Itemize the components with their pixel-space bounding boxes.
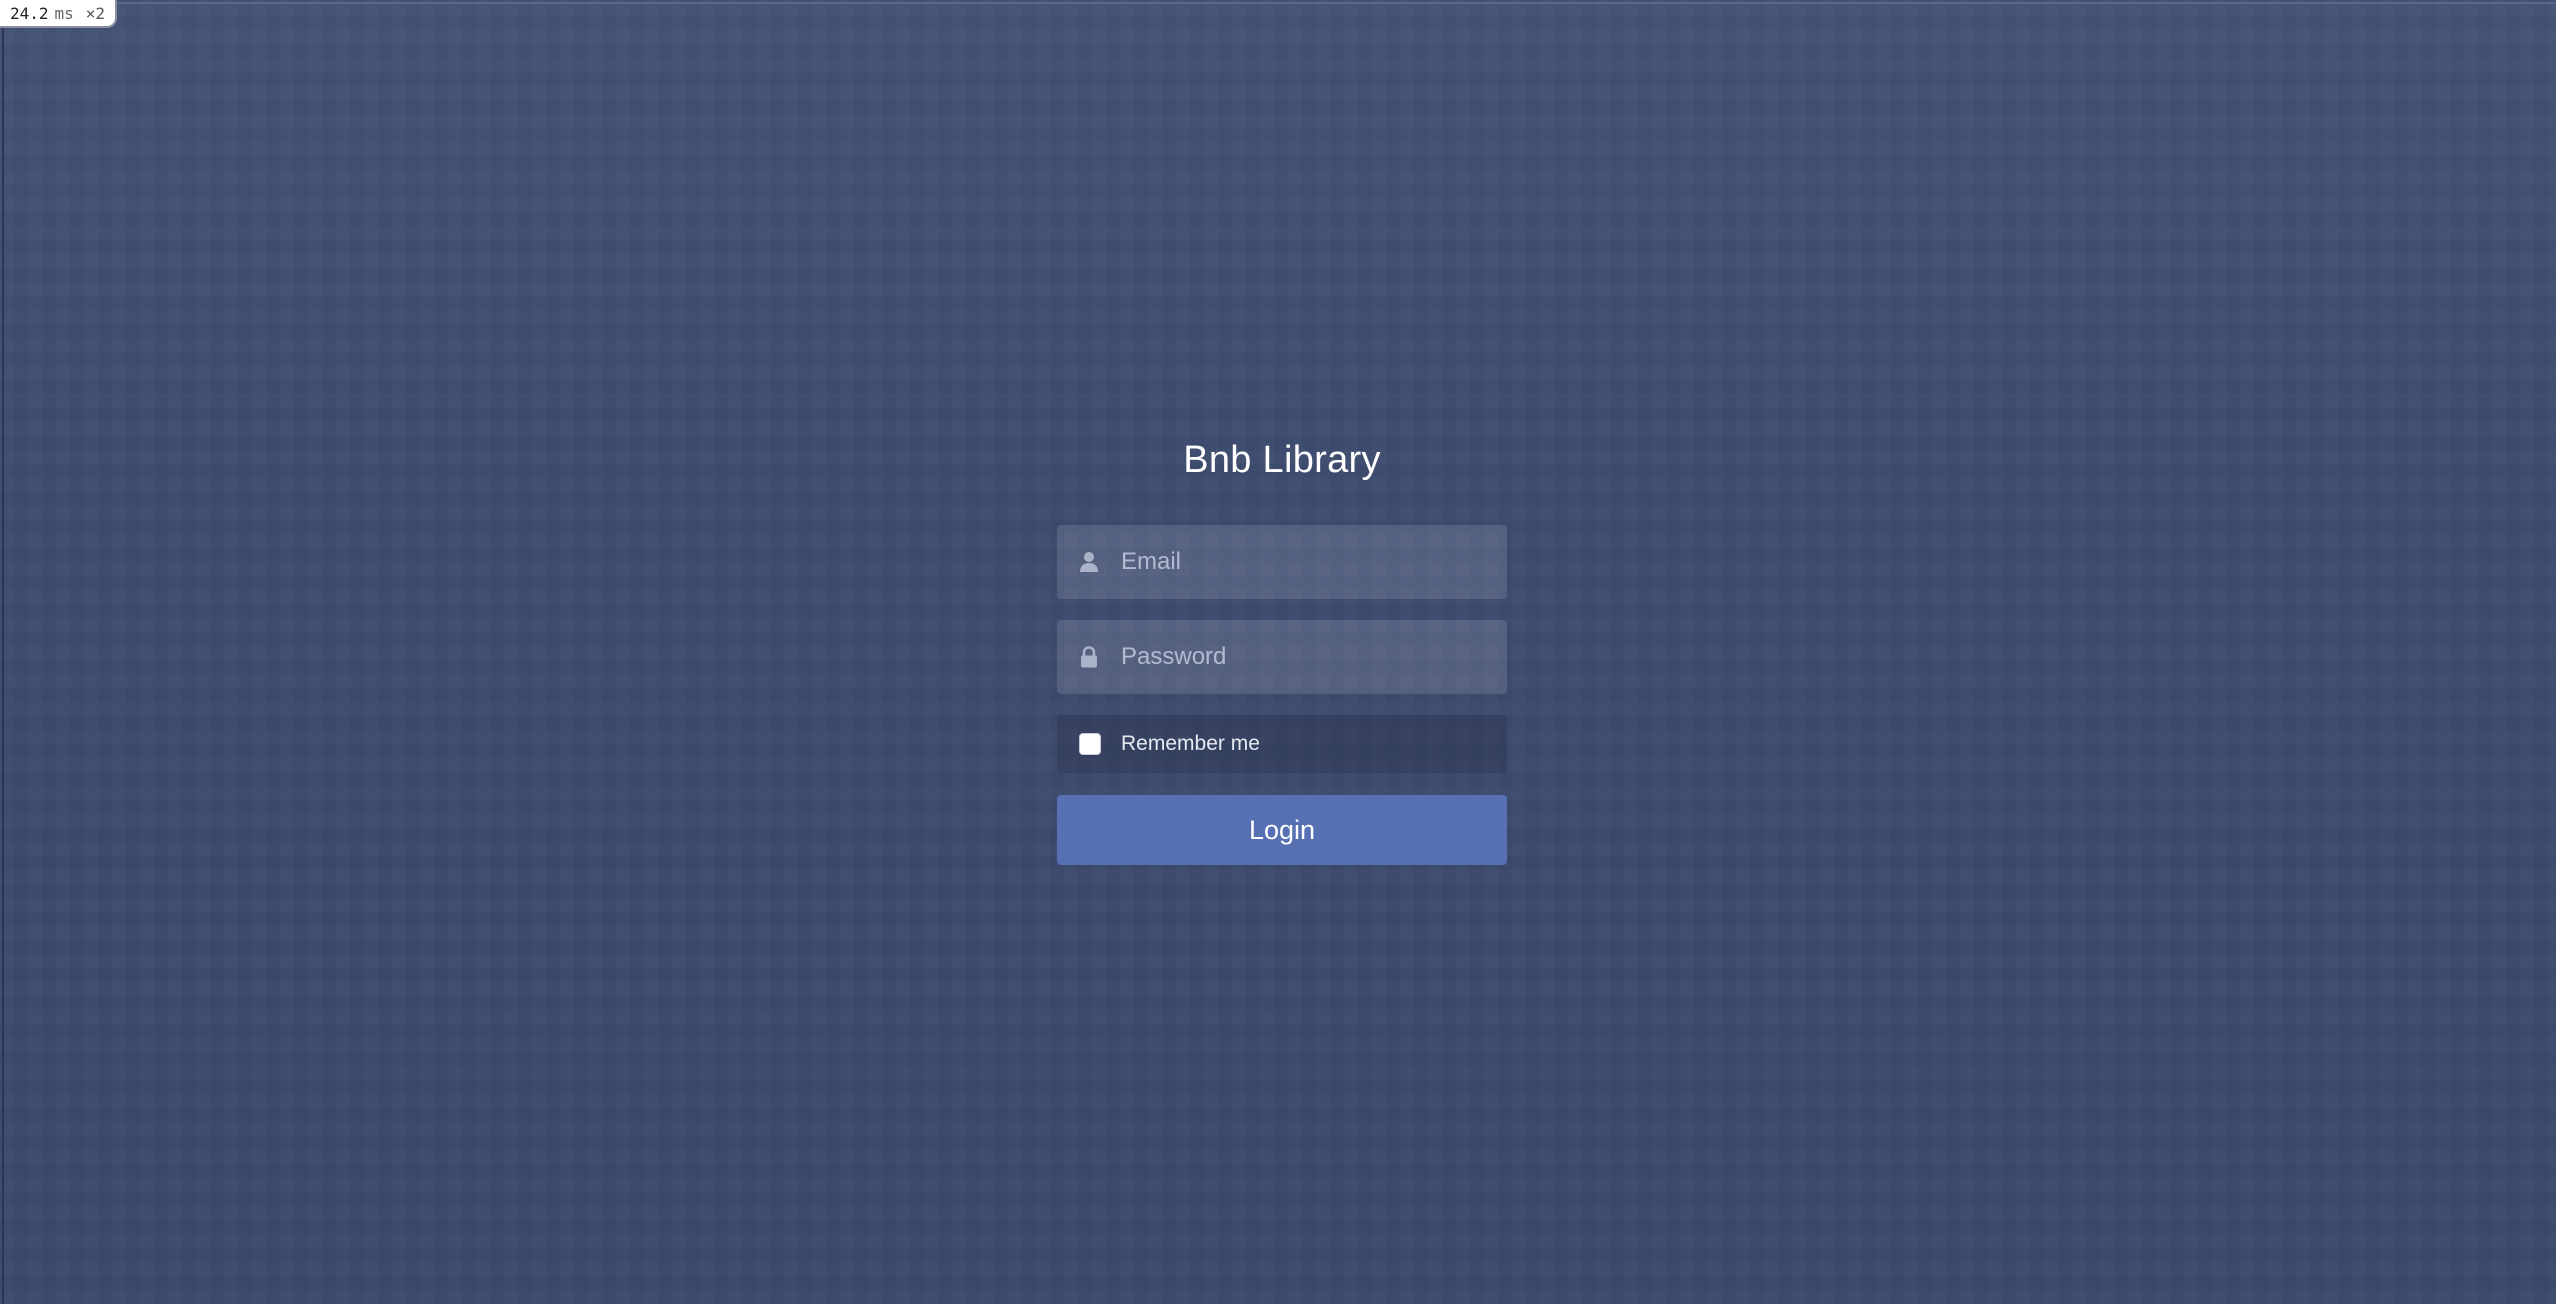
remember-me-checkbox[interactable] (1079, 733, 1101, 755)
email-input[interactable] (1121, 525, 1507, 599)
performance-badge: 24.2 ms ×2 (0, 0, 118, 28)
login-button[interactable]: Login (1057, 795, 1507, 865)
lock-icon (1057, 646, 1121, 668)
user-icon (1057, 551, 1121, 573)
remember-me-row[interactable]: Remember me (1057, 715, 1507, 773)
perf-unit: ms (54, 3, 74, 23)
password-input[interactable] (1121, 620, 1507, 694)
page-title: Bnb Library (1183, 439, 1381, 481)
login-form: Bnb Library Remember me Login (1057, 430, 1507, 865)
perf-multiplier: ×2 (85, 3, 106, 23)
remember-me-label[interactable]: Remember me (1121, 732, 1260, 756)
email-field-container (1057, 525, 1507, 599)
password-field-container (1057, 620, 1507, 694)
perf-value: 24.2 (10, 3, 49, 23)
